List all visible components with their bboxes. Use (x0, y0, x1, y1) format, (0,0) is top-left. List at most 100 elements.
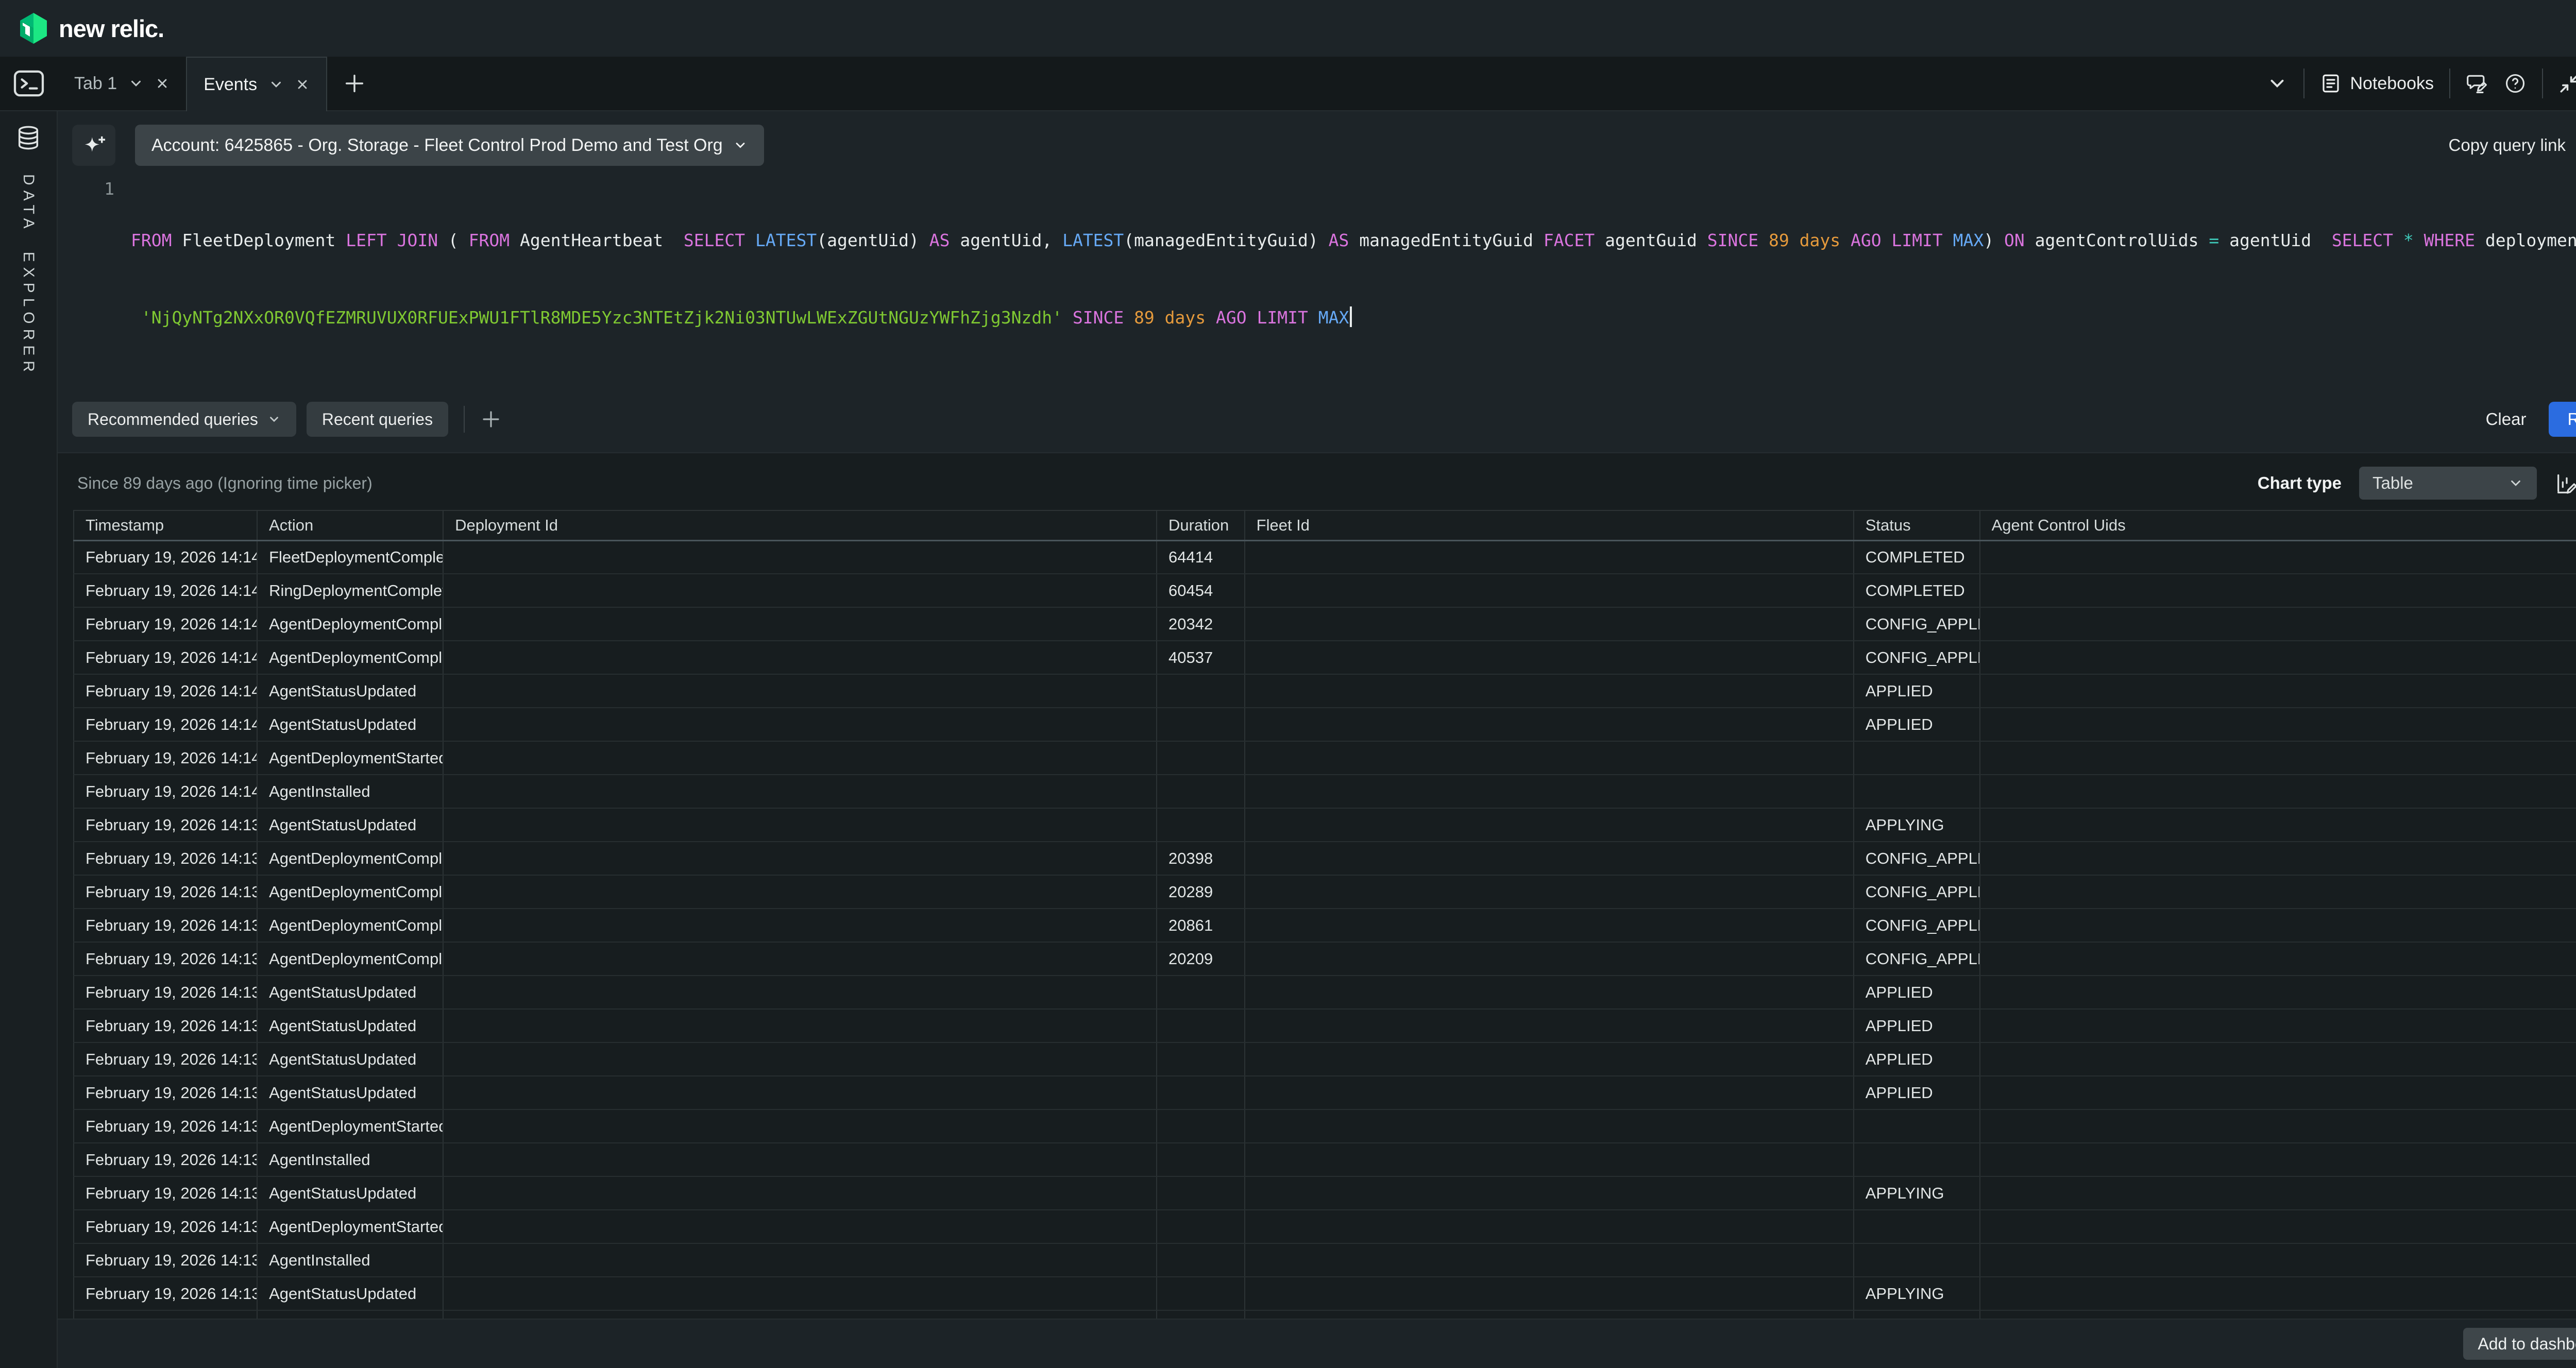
chart-type-select[interactable]: Table (2359, 467, 2537, 500)
add-to-dashboard-button[interactable]: Add to dashboard (2463, 1328, 2576, 1360)
code-token (2414, 230, 2424, 250)
notebooks-button[interactable]: Notebooks (2320, 73, 2434, 94)
table-row[interactable]: February 19, 2026 14:14:05 AgentStatusUp… (74, 708, 2576, 741)
cell-action: AgentStatusUpdated (257, 976, 443, 1009)
divider (2542, 69, 2543, 98)
cell-status (1854, 1109, 1980, 1143)
cell-status: CONFIG_APPLIED (1854, 909, 1980, 942)
cell-fleet-id (1245, 1143, 1854, 1176)
column-header-agent-control-uids[interactable]: Agent Control Uids (1980, 510, 2576, 540)
account-selector-label: Account: 6425865 - Org. Storage - Fleet … (151, 135, 723, 156)
table-row[interactable]: February 19, 2026 14:13:42 AgentStatusUp… (74, 1042, 2576, 1076)
cell-duration: 20289 (1157, 875, 1245, 909)
cell-duration (1157, 1143, 1245, 1176)
table-row[interactable]: February 19, 2026 14:14:00 AgentInstalle… (74, 775, 2576, 808)
column-header-timestamp[interactable]: Timestamp (74, 510, 257, 540)
cell-deployment-id (443, 775, 1157, 808)
cell-duration (1157, 1243, 1245, 1277)
feedback-button[interactable] (2466, 72, 2488, 95)
cell-status: COMPLETED (1854, 574, 1980, 607)
table-row[interactable]: February 19, 2026 14:13:44 AgentStatusUp… (74, 976, 2576, 1009)
code-token: AS (929, 230, 950, 250)
code-token: LEFT JOIN (346, 230, 438, 250)
table-row[interactable]: February 19, 2026 14:13:52 AgentDeployme… (74, 875, 2576, 909)
edit-chart-button[interactable] (2554, 471, 2576, 495)
run-button[interactable]: Run (2549, 402, 2576, 437)
table-row[interactable]: February 19, 2026 14:13:43 AgentStatusUp… (74, 1009, 2576, 1042)
cell-deployment-id (443, 1009, 1157, 1042)
code-token: AgentHeartbeat (510, 230, 684, 250)
tab-tab1[interactable]: Tab 1 (58, 57, 186, 110)
table-row[interactable]: February 19, 2026 14:13:50 AgentDeployme… (74, 909, 2576, 942)
cell-timestamp: February 19, 2026 14:13:44 (74, 976, 257, 1009)
column-header-status[interactable]: Status (1854, 510, 1980, 540)
table-row[interactable]: February 19, 2026 14:13:49 AgentDeployme… (74, 942, 2576, 976)
ai-assist-button[interactable] (72, 125, 115, 166)
table-row[interactable]: February 19, 2026 14:13:31 AgentInstalle… (74, 1243, 2576, 1277)
column-header-fleet-id[interactable]: Fleet Id (1245, 510, 1854, 540)
cell-timestamp: February 19, 2026 14:14:10 (74, 641, 257, 674)
cell-duration (1157, 674, 1245, 708)
table-row[interactable]: February 19, 2026 14:14:06 AgentStatusUp… (74, 674, 2576, 708)
results-table: Timestamp Action Deployment Id Duration … (73, 510, 2576, 1368)
table-row[interactable]: February 19, 2026 14:13:57 AgentDeployme… (74, 842, 2576, 875)
cell-status: APPLIED (1854, 976, 1980, 1009)
table-row[interactable]: February 19, 2026 14:13:37 AgentInstalle… (74, 1143, 2576, 1176)
brand[interactable]: new relic. (20, 12, 164, 44)
table-row[interactable]: February 19, 2026 14:13:37 AgentStatusUp… (74, 1076, 2576, 1109)
cell-deployment-id (443, 909, 1157, 942)
code-token: 89 days (1134, 307, 1206, 328)
clear-button[interactable]: Clear (2486, 409, 2527, 429)
table-row[interactable]: February 19, 2026 14:13:36 AgentStatusUp… (74, 1176, 2576, 1210)
code-token (745, 230, 755, 250)
cell-duration: 20209 (1157, 942, 1245, 976)
account-selector[interactable]: Account: 6425865 - Org. Storage - Fleet … (135, 125, 764, 166)
table-row[interactable]: February 19, 2026 14:13:59 AgentStatusUp… (74, 808, 2576, 842)
recent-queries-button[interactable]: Recent queries (307, 402, 448, 437)
code-token: 89 days (1769, 230, 1840, 250)
cell-fleet-id (1245, 1243, 1854, 1277)
cell-action: AgentDeploymentCompleted (257, 607, 443, 641)
cell-duration: 20398 (1157, 842, 1245, 875)
collapse-panel-button[interactable] (2266, 73, 2288, 94)
query-console-button[interactable] (0, 57, 58, 110)
chevron-down-icon[interactable] (128, 76, 144, 91)
column-header-deployment-id[interactable]: Deployment Id (443, 510, 1157, 540)
table-row[interactable]: February 19, 2026 14:14:20 AgentDeployme… (74, 607, 2576, 641)
tab-events[interactable]: Events (186, 57, 327, 111)
recommended-queries-button[interactable]: Recommended queries (72, 402, 296, 437)
data-explorer-rail[interactable]: DATA EXPLORER (0, 111, 58, 1368)
cell-fleet-id (1245, 574, 1854, 607)
add-tab-button[interactable] (327, 57, 382, 110)
cell-status (1854, 1243, 1980, 1277)
cell-action: AgentStatusUpdated (257, 1009, 443, 1042)
table-row[interactable]: February 19, 2026 14:14:29 RingDeploymen… (74, 574, 2576, 607)
column-header-action[interactable]: Action (257, 510, 443, 540)
cell-agent-control-uids (1980, 674, 2576, 708)
table-row[interactable]: February 19, 2026 14:14:00 AgentDeployme… (74, 741, 2576, 775)
table-row[interactable]: February 19, 2026 14:14:29 FleetDeployme… (74, 540, 2576, 574)
table-row[interactable]: February 19, 2026 14:13:31 AgentStatusUp… (74, 1277, 2576, 1310)
chevron-down-icon[interactable] (268, 77, 284, 92)
add-query-button[interactable] (480, 408, 502, 430)
collapse-icon (2558, 73, 2576, 94)
collapse-window-button[interactable] (2558, 73, 2576, 94)
cell-timestamp: February 19, 2026 14:14:20 (74, 607, 257, 641)
close-icon[interactable] (295, 77, 310, 92)
close-icon[interactable] (155, 76, 170, 91)
cell-timestamp: February 19, 2026 14:13:50 (74, 909, 257, 942)
column-header-duration[interactable]: Duration (1157, 510, 1245, 540)
cell-deployment-id (443, 1210, 1157, 1243)
copy-query-link-button[interactable]: Copy query link (2449, 135, 2566, 155)
cell-deployment-id (443, 842, 1157, 875)
table-row[interactable]: February 19, 2026 14:13:37 AgentDeployme… (74, 1109, 2576, 1143)
table-row[interactable]: February 19, 2026 14:14:10 AgentDeployme… (74, 641, 2576, 674)
chevron-down-icon (267, 413, 281, 426)
cell-agent-control-uids (1980, 808, 2576, 842)
help-button[interactable] (2504, 72, 2527, 95)
query-editor[interactable]: 1 FROM FleetDeployment LEFT JOIN ( FROM … (58, 172, 2576, 396)
cell-status: APPLIED (1854, 1042, 1980, 1076)
cell-timestamp: February 19, 2026 14:13:37 (74, 1076, 257, 1109)
cell-deployment-id (443, 942, 1157, 976)
table-row[interactable]: February 19, 2026 14:13:31 AgentDeployme… (74, 1210, 2576, 1243)
